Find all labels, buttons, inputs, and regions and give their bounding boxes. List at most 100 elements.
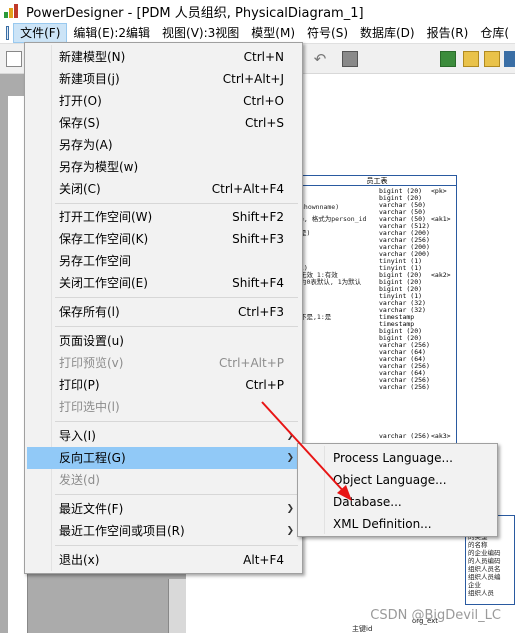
column-comment: 的人员编码 <box>468 557 501 565</box>
menu-item-print[interactable]: 打印(P) Ctrl+P <box>27 374 300 396</box>
menu-separator <box>55 297 298 298</box>
menu-item-label: 反向工程(G) <box>59 451 126 465</box>
employee-entity[interactable]: 员工表 bigint (20) bigint (20) varchar (50)… <box>297 175 457 445</box>
menu-file[interactable]: 文件(F) <box>13 22 68 43</box>
menu-item-open[interactable]: 打开(O) Ctrl+O <box>27 90 300 112</box>
submenu-item-object-language[interactable]: Object Language... <box>300 469 495 491</box>
search-icon[interactable] <box>484 51 500 67</box>
menu-item-shortcut: Shift+F2 <box>232 210 284 224</box>
menu-item-import[interactable]: 导入(I) ❯ <box>27 425 300 447</box>
menu-item-label: 保存工作空间(K) <box>59 232 149 246</box>
menu-item-shortcut: Ctrl+O <box>243 94 284 108</box>
column-comment: 的企业编码 <box>468 549 501 557</box>
menu-item-shortcut: Shift+F3 <box>232 232 284 246</box>
new-icon[interactable] <box>6 51 22 67</box>
menu-item-label: 打开工作空间(W) <box>59 210 153 224</box>
menu-item-label: 新建模型(N) <box>59 50 126 64</box>
column-comment: 企业 <box>468 581 481 589</box>
menu-item-label: 打印(P) <box>59 378 100 392</box>
column-type: varchar (256) <box>379 383 430 391</box>
menu-item-close[interactable]: 关闭(C) Ctrl+Alt+F4 <box>27 178 300 200</box>
menu-item-page-setup[interactable]: 页面设置(u) <box>27 330 300 352</box>
menu-item-new-project[interactable]: 新建项目(j) Ctrl+Alt+J <box>27 68 300 90</box>
menu-separator <box>55 421 298 422</box>
menu-item-print-selection[interactable]: 打印选中(l) <box>27 396 300 418</box>
menu-item-save-workspace[interactable]: 保存工作空间(K) Shift+F3 <box>27 228 300 250</box>
submenu-item-process-language[interactable]: Process Language... <box>300 447 495 469</box>
menu-item-recent-files[interactable]: 最近文件(F) ❯ <box>27 498 300 520</box>
submenu-item-xml-definition[interactable]: XML Definition... <box>300 513 495 535</box>
panel-splitter[interactable] <box>168 579 186 633</box>
column-key: <pk> <box>431 187 447 195</box>
column-key: <ak1> <box>431 215 451 223</box>
menu-item-new-model[interactable]: 新建模型(N) Ctrl+N <box>27 46 300 68</box>
column-comment: 的名称 <box>468 541 488 549</box>
menu-item-label: 发送(d) <box>59 473 100 487</box>
undo-icon[interactable]: ↶ <box>312 51 328 67</box>
menu-separator <box>55 203 298 204</box>
menu-item-shortcut: Ctrl+P <box>245 378 284 392</box>
title-bar: PowerDesigner - [PDM 人员组织, PhysicalDiagr… <box>0 0 515 22</box>
model-check-icon[interactable] <box>504 51 515 67</box>
menu-repository[interactable]: 仓库( <box>474 23 515 43</box>
menu-item-label: 打印预览(v) <box>59 356 124 370</box>
column-key: <ak2> <box>431 271 451 279</box>
menu-item-shortcut: Ctrl+Alt+P <box>219 356 284 370</box>
menu-item-label: 保存(S) <box>59 116 100 130</box>
folder-icon[interactable] <box>463 51 479 67</box>
menu-item-label: Database... <box>333 495 402 509</box>
column-comment: 组织人员 <box>468 589 494 597</box>
menu-database[interactable]: 数据库(D) <box>354 23 421 43</box>
menu-item-save-workspace-as[interactable]: 另存工作空间 <box>27 250 300 272</box>
menu-item-shortcut: Ctrl+Alt+F4 <box>211 182 284 196</box>
menu-item-save-as-model[interactable]: 另存为模型(w) <box>27 156 300 178</box>
menu-item-label: XML Definition... <box>333 517 432 531</box>
menu-item-label: 页面设置(u) <box>59 334 124 348</box>
menu-item-label: Object Language... <box>333 473 447 487</box>
menu-item-label: 保存所有(l) <box>59 305 120 319</box>
menu-edit[interactable]: 编辑(E):2编辑 <box>67 23 156 43</box>
model-icon[interactable] <box>6 25 10 40</box>
file-menu-dropdown: 新建模型(N) Ctrl+N 新建项目(j) Ctrl+Alt+J 打开(O) … <box>24 42 303 574</box>
grid-icon[interactable] <box>440 51 456 67</box>
column-key: <ak3> <box>431 432 451 440</box>
menu-item-exit[interactable]: 退出(x) Alt+F4 <box>27 549 300 571</box>
menu-separator <box>55 326 298 327</box>
menu-separator <box>55 494 298 495</box>
menu-model[interactable]: 模型(M) <box>245 23 301 43</box>
powerdesigner-logo-icon <box>4 4 20 18</box>
submenu-arrow-icon: ❯ <box>286 526 294 536</box>
reverse-engineer-submenu: Process Language... Object Language... D… <box>297 443 498 537</box>
menu-item-label: 导入(I) <box>59 429 96 443</box>
submenu-arrow-icon: ❯ <box>286 504 294 514</box>
menu-item-recent-workspaces[interactable]: 最近工作空间或项目(R) ❯ <box>27 520 300 542</box>
menu-item-label: 另存为模型(w) <box>59 160 139 174</box>
column-comment: 不是,1:是 <box>300 313 332 321</box>
menu-report[interactable]: 报告(R) <box>421 23 475 43</box>
menu-item-shortcut: Ctrl+N <box>243 50 284 64</box>
menu-item-label: 关闭工作空间(E) <box>59 276 148 290</box>
menu-item-label: 另存为(A) <box>59 138 113 152</box>
properties-icon[interactable] <box>342 51 358 67</box>
menu-item-label: 打开(O) <box>59 94 102 108</box>
menu-item-label: 退出(x) <box>59 553 100 567</box>
menu-item-label: 最近文件(F) <box>59 502 124 516</box>
menu-item-save-as[interactable]: 另存为(A) <box>27 134 300 156</box>
menu-symbol[interactable]: 符号(S) <box>301 23 354 43</box>
menu-view[interactable]: 视图(V):3视图 <box>156 23 245 43</box>
submenu-item-database[interactable]: Database... <box>300 491 495 513</box>
menu-item-save-all[interactable]: 保存所有(l) Ctrl+F3 <box>27 301 300 323</box>
submenu-arrow-icon: ❯ <box>286 453 294 463</box>
menu-item-reverse-engineer[interactable]: 反向工程(G) ❯ <box>27 447 300 469</box>
menu-item-send[interactable]: 发送(d) <box>27 469 300 491</box>
menu-item-label: 打印选中(l) <box>59 400 120 414</box>
menu-item-label: 新建项目(j) <box>59 72 120 86</box>
menu-item-save[interactable]: 保存(S) Ctrl+S <box>27 112 300 134</box>
menu-item-open-workspace[interactable]: 打开工作空间(W) Shift+F2 <box>27 206 300 228</box>
menu-item-shortcut: Ctrl+Alt+J <box>222 72 284 86</box>
menu-item-close-workspace[interactable]: 关闭工作空间(E) Shift+F4 <box>27 272 300 294</box>
watermark: CSDN @BigDevil_LC <box>370 608 501 623</box>
entity-title: 员工表 <box>298 176 456 186</box>
column-comment: e, 格式为person_id <box>300 215 367 223</box>
menu-item-print-preview[interactable]: 打印预览(v) Ctrl+Alt+P <box>27 352 300 374</box>
